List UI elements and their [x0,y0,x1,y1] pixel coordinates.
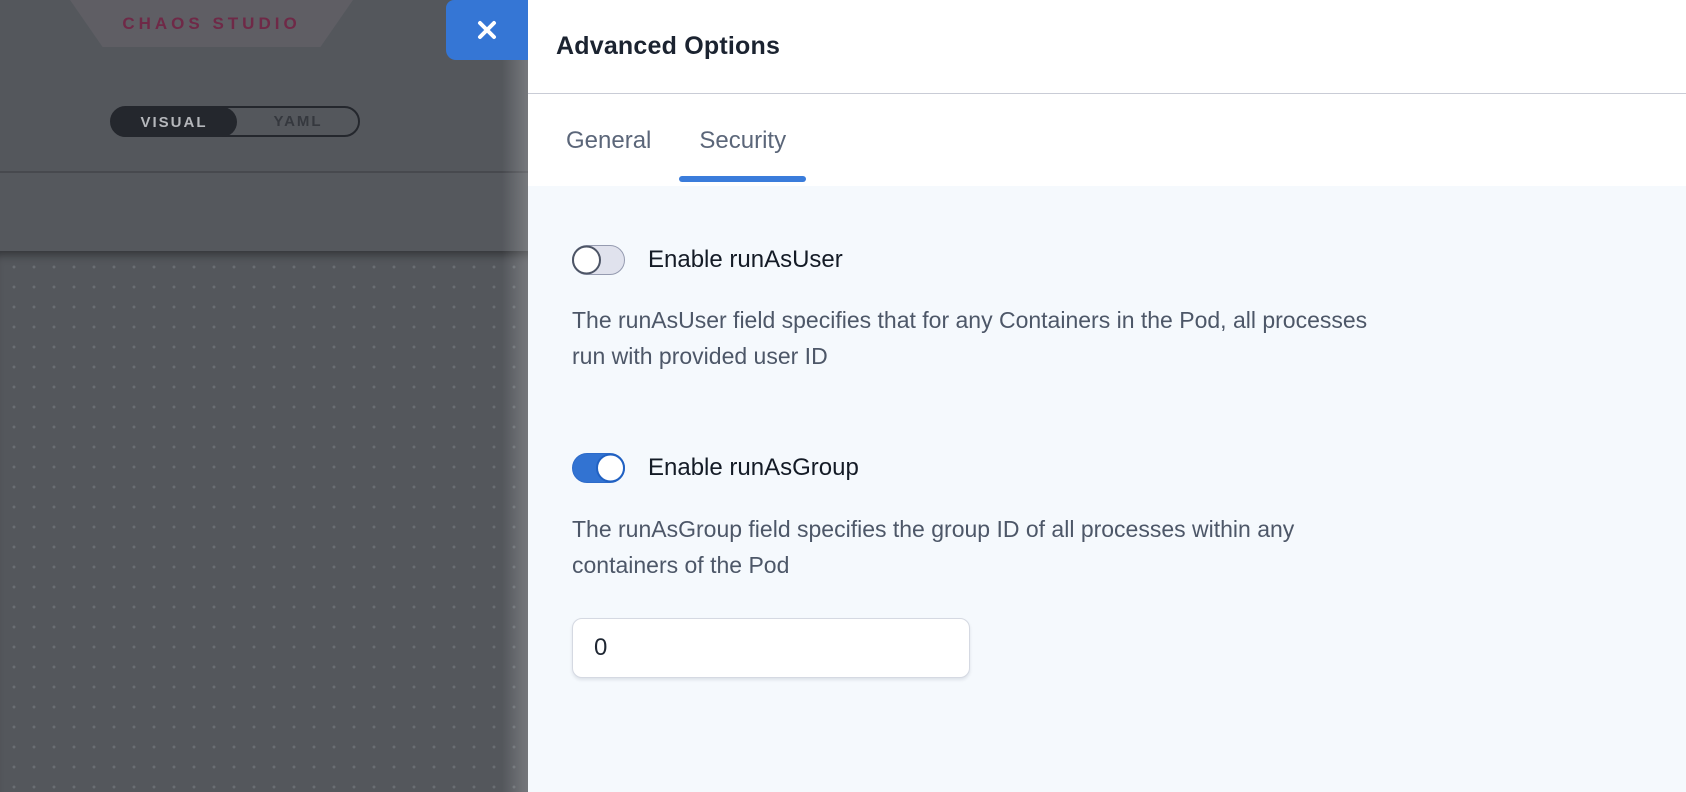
enable-runasgroup-toggle[interactable] [572,453,625,483]
run-as-group-row: Enable runAsGroup [572,453,859,483]
close-drawer-button[interactable] [446,0,528,60]
workflow-canvas [0,251,528,792]
yaml-tab[interactable]: YAML [238,108,358,135]
visual-yaml-toggle[interactable]: VISUAL YAML [110,106,360,137]
enable-runasgroup-label: Enable runAsGroup [648,454,859,482]
brand-banner: CHAOS STUDIO [70,0,353,47]
drawer-header: Advanced Options [528,0,1686,94]
toggle-knob [596,454,625,483]
drawer-title: Advanced Options [556,32,780,61]
toggle-knob [572,246,601,275]
brand-title: CHAOS STUDIO [122,14,300,34]
yaml-tab-label: YAML [273,113,322,130]
panel-edge-glow [502,0,528,792]
tab-security[interactable]: Security [679,95,806,186]
runasuser-description: The runAsUser field specifies that for a… [572,302,1632,374]
app-subbar [0,173,528,251]
tab-general[interactable]: General [546,95,671,186]
enable-runasuser-label: Enable runAsUser [648,246,843,274]
drawer-tabs: General Security [528,95,1686,186]
run-as-user-row: Enable runAsUser [572,245,843,275]
enable-runasuser-toggle[interactable] [572,245,625,275]
security-tab-content: Enable runAsUser The runAsUser field spe… [528,186,1686,792]
tab-security-label: Security [699,127,786,155]
close-icon [475,18,499,42]
runasgroup-description: The runAsGroup field specifies the group… [572,511,1632,583]
runasgroup-value-input[interactable] [572,618,970,678]
dimmed-app-backdrop: CHAOS STUDIO VISUAL YAML [0,0,528,792]
active-tab-underline [679,176,806,182]
advanced-options-drawer: Advanced Options General Security Enable… [528,0,1686,792]
tab-general-label: General [566,127,651,155]
visual-tab[interactable]: VISUAL [111,107,237,137]
screen: CHAOS STUDIO VISUAL YAML Advanced Option… [0,0,1686,792]
visual-tab-label: VISUAL [140,114,207,131]
